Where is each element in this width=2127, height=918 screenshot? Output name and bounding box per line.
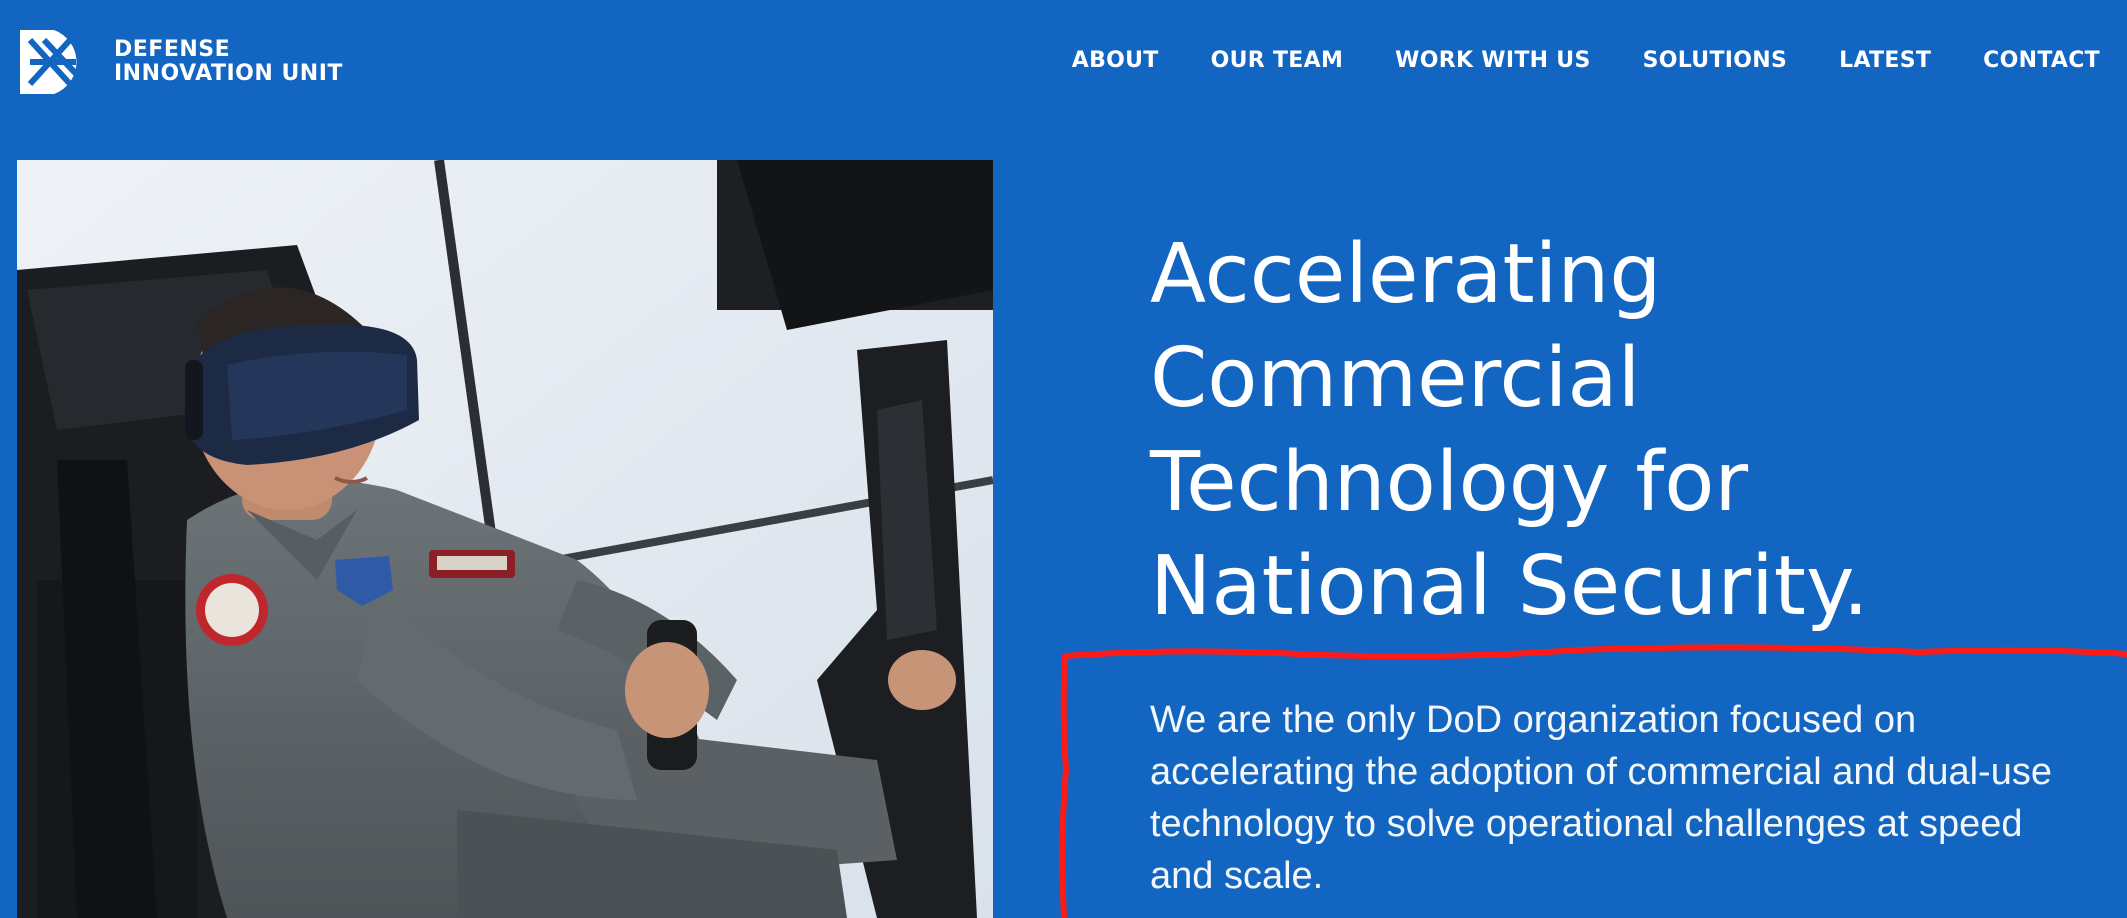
logo-line-2: INNOVATION UNIT (114, 61, 343, 86)
site-logo[interactable]: DEFENSE INNOVATION UNIT (16, 24, 343, 100)
headline-line-1: Accelerating (1150, 227, 1662, 322)
nav-contact[interactable]: CONTACT (1983, 48, 2100, 73)
hero-image (17, 160, 993, 918)
headline-line-4: National Security. (1150, 539, 1869, 634)
airman-vr-simulator-image (17, 160, 993, 918)
diu-logo-icon (20, 30, 83, 94)
logo-line-1: DEFENSE (114, 37, 231, 62)
logo-text: DEFENSE INNOVATION UNIT (114, 38, 343, 86)
headline-line-2: Commercial (1150, 331, 1641, 426)
main-nav: ABOUT OUR TEAM WORK WITH US SOLUTIONS LA… (1072, 48, 2100, 73)
headline-line-3: Technology for (1150, 435, 1749, 530)
nav-work-with-us[interactable]: WORK WITH US (1395, 48, 1590, 73)
hero-headline: Accelerating Commercial Technology for N… (1150, 223, 2090, 639)
nav-latest[interactable]: LATEST (1839, 48, 1931, 73)
hero-description: We are the only DoD organization focused… (1150, 699, 2052, 897)
nav-about[interactable]: ABOUT (1072, 48, 1159, 73)
nav-solutions[interactable]: SOLUTIONS (1643, 48, 1788, 73)
nav-our-team[interactable]: OUR TEAM (1211, 48, 1344, 73)
